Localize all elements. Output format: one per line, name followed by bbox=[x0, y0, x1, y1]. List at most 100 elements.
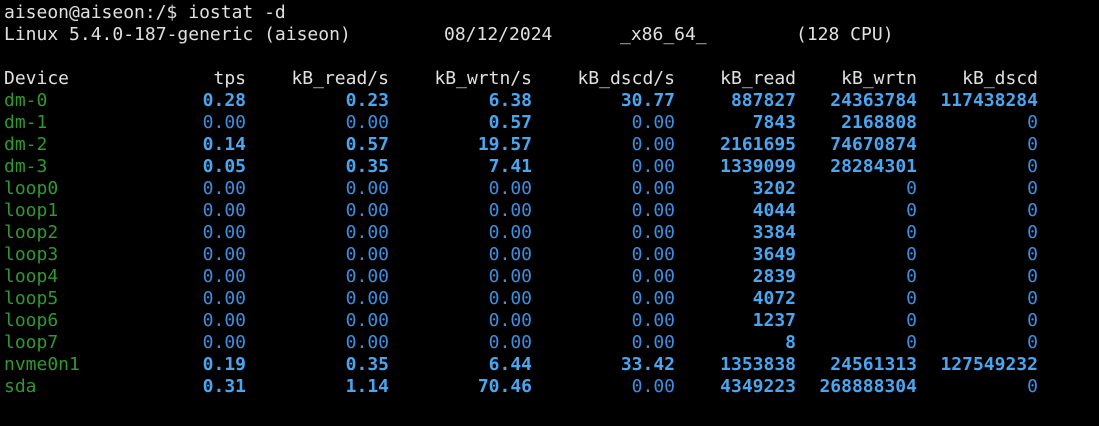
cell-kb-dscd-s: 33.42 bbox=[620, 354, 675, 375]
header-device: Device bbox=[4, 68, 70, 89]
cell-kb-dscd-s: 0.00 bbox=[631, 112, 675, 133]
table-row: loop0 0.00 0.00 0.00 0.00 3202 0 0 bbox=[4, 178, 1094, 200]
device-name: dm-3 bbox=[4, 156, 48, 177]
cell-kb-wrtn: 0 bbox=[906, 332, 917, 353]
cell-kb-wrtn-s: 0.00 bbox=[488, 288, 532, 309]
cell-kb-wrtn-s: 6.38 bbox=[488, 90, 532, 111]
cell-kb-wrtn: 0 bbox=[906, 178, 917, 199]
device-name: loop3 bbox=[4, 244, 59, 265]
terminal-window[interactable]: aiseon@aiseon:/$ iostat -d Linux 5.4.0-1… bbox=[4, 0, 1094, 426]
cell-kb-dscd: 0 bbox=[1027, 332, 1038, 353]
cell-tps: 0.00 bbox=[202, 332, 246, 353]
device-name: loop4 bbox=[4, 266, 59, 287]
cell-kb-read: 8 bbox=[785, 332, 796, 353]
cell-kb-dscd: 0 bbox=[1027, 200, 1038, 221]
cell-kb-read-s: 0.00 bbox=[345, 266, 389, 287]
cell-kb-dscd-s: 0.00 bbox=[631, 222, 675, 243]
cell-tps: 0.00 bbox=[202, 222, 246, 243]
cell-kb-wrtn: 74670874 bbox=[830, 134, 917, 155]
table-row: dm-1 0.00 0.00 0.57 0.00 7843 2168808 0 bbox=[4, 112, 1094, 134]
cell-kb-wrtn: 24561313 bbox=[830, 354, 917, 375]
cell-kb-dscd: 127549232 bbox=[940, 354, 1038, 375]
cell-kb-dscd: 0 bbox=[1027, 310, 1038, 331]
header-kb-dscd: kB_dscd bbox=[962, 68, 1038, 89]
cell-kb-dscd-s: 0.00 bbox=[631, 134, 675, 155]
cell-kb-read: 2839 bbox=[752, 266, 796, 287]
cell-tps: 0.14 bbox=[202, 134, 246, 155]
cell-kb-wrtn: 0 bbox=[906, 266, 917, 287]
cell-kb-dscd: 0 bbox=[1027, 376, 1038, 397]
cell-kb-wrtn: 268888304 bbox=[819, 376, 917, 397]
cell-tps: 0.05 bbox=[202, 156, 246, 177]
device-name: loop0 bbox=[4, 178, 59, 199]
cell-tps: 0.31 bbox=[202, 376, 246, 397]
cell-kb-dscd-s: 0.00 bbox=[631, 376, 675, 397]
cell-kb-read: 7843 bbox=[752, 112, 796, 133]
header-kb-read: kB_read bbox=[720, 68, 796, 89]
cell-kb-wrtn-s: 0.00 bbox=[488, 310, 532, 331]
cell-kb-wrtn-s: 0.00 bbox=[488, 222, 532, 243]
table-row: dm-0 0.28 0.23 6.38 30.77 887827 24363784 11743… bbox=[4, 90, 1094, 112]
cell-kb-dscd-s: 0.00 bbox=[631, 200, 675, 221]
kernel-info: Linux 5.4.0-187-generic (aiseon) bbox=[4, 24, 351, 45]
cell-kb-dscd-s: 0.00 bbox=[631, 266, 675, 287]
cell-kb-read: 4044 bbox=[752, 200, 796, 221]
cell-kb-read: 3649 bbox=[752, 244, 796, 265]
device-name: loop1 bbox=[4, 200, 59, 221]
table-row: nvme0n1 0.19 0.35 6.44 33.42 1353838 24561313 1… bbox=[4, 354, 1094, 376]
device-name: loop2 bbox=[4, 222, 59, 243]
cell-kb-dscd: 0 bbox=[1027, 222, 1038, 243]
architecture: _x86_64_ bbox=[620, 24, 707, 45]
header-kb-read-s: kB_read/s bbox=[291, 68, 389, 89]
cell-kb-dscd: 0 bbox=[1027, 244, 1038, 265]
cell-kb-wrtn: 2168808 bbox=[841, 112, 917, 133]
cell-tps: 0.00 bbox=[202, 266, 246, 287]
cell-kb-wrtn-s: 0.57 bbox=[488, 112, 532, 133]
cell-kb-read-s: 0.00 bbox=[345, 244, 389, 265]
report-date: 08/12/2024 bbox=[444, 24, 553, 45]
header-kb-wrtn: kB_wrtn bbox=[841, 68, 917, 89]
cell-tps: 0.19 bbox=[202, 354, 246, 375]
cell-kb-dscd: 117438284 bbox=[940, 90, 1038, 111]
cell-kb-read: 2161695 bbox=[720, 134, 796, 155]
cell-kb-read: 4072 bbox=[752, 288, 796, 309]
device-name: loop7 bbox=[4, 332, 59, 353]
cell-kb-read: 3202 bbox=[752, 178, 796, 199]
cell-tps: 0.00 bbox=[202, 178, 246, 199]
cell-kb-dscd: 0 bbox=[1027, 156, 1038, 177]
cell-kb-read: 1237 bbox=[752, 310, 796, 331]
device-name: dm-1 bbox=[4, 112, 48, 133]
cell-kb-read: 4349223 bbox=[720, 376, 796, 397]
cell-kb-read-s: 0.00 bbox=[345, 222, 389, 243]
cell-kb-wrtn-s: 0.00 bbox=[488, 332, 532, 353]
cell-kb-read-s: 0.57 bbox=[345, 134, 389, 155]
cell-tps: 0.00 bbox=[202, 244, 246, 265]
cell-kb-read-s: 0.00 bbox=[345, 310, 389, 331]
table-row: loop1 0.00 0.00 0.00 0.00 4044 0 0 bbox=[4, 200, 1094, 222]
cell-kb-wrtn-s: 0.00 bbox=[488, 200, 532, 221]
cell-kb-read-s: 0.00 bbox=[345, 112, 389, 133]
table-row: loop2 0.00 0.00 0.00 0.00 3384 0 0 bbox=[4, 222, 1094, 244]
table-row: dm-3 0.05 0.35 7.41 0.00 1339099 28284301 0 bbox=[4, 156, 1094, 178]
cell-kb-read-s: 0.00 bbox=[345, 288, 389, 309]
cell-kb-dscd-s: 0.00 bbox=[631, 288, 675, 309]
cell-kb-read-s: 0.00 bbox=[345, 178, 389, 199]
cell-kb-dscd-s: 0.00 bbox=[631, 156, 675, 177]
cell-kb-dscd-s: 0.00 bbox=[631, 244, 675, 265]
table-row: sda 0.31 1.14 70.46 0.00 4349223 268888304 0 bbox=[4, 376, 1094, 398]
table-row: loop4 0.00 0.00 0.00 0.00 2839 0 0 bbox=[4, 266, 1094, 288]
cell-tps: 0.00 bbox=[202, 310, 246, 331]
cell-kb-wrtn: 0 bbox=[906, 310, 917, 331]
cell-tps: 0.00 bbox=[202, 200, 246, 221]
cell-kb-read: 887827 bbox=[730, 90, 796, 111]
cell-kb-wrtn: 0 bbox=[906, 244, 917, 265]
cell-kb-dscd-s: 0.00 bbox=[631, 310, 675, 331]
header-kb-wrtn-s: kB_wrtn/s bbox=[434, 68, 532, 89]
cell-kb-read-s: 0.00 bbox=[345, 200, 389, 221]
cell-kb-dscd-s: 0.00 bbox=[631, 332, 675, 353]
cell-tps: 0.00 bbox=[202, 112, 246, 133]
cell-kb-dscd-s: 0.00 bbox=[631, 178, 675, 199]
device-name: loop5 bbox=[4, 288, 59, 309]
cell-kb-wrtn-s: 7.41 bbox=[488, 156, 532, 177]
cell-kb-wrtn-s: 6.44 bbox=[488, 354, 532, 375]
